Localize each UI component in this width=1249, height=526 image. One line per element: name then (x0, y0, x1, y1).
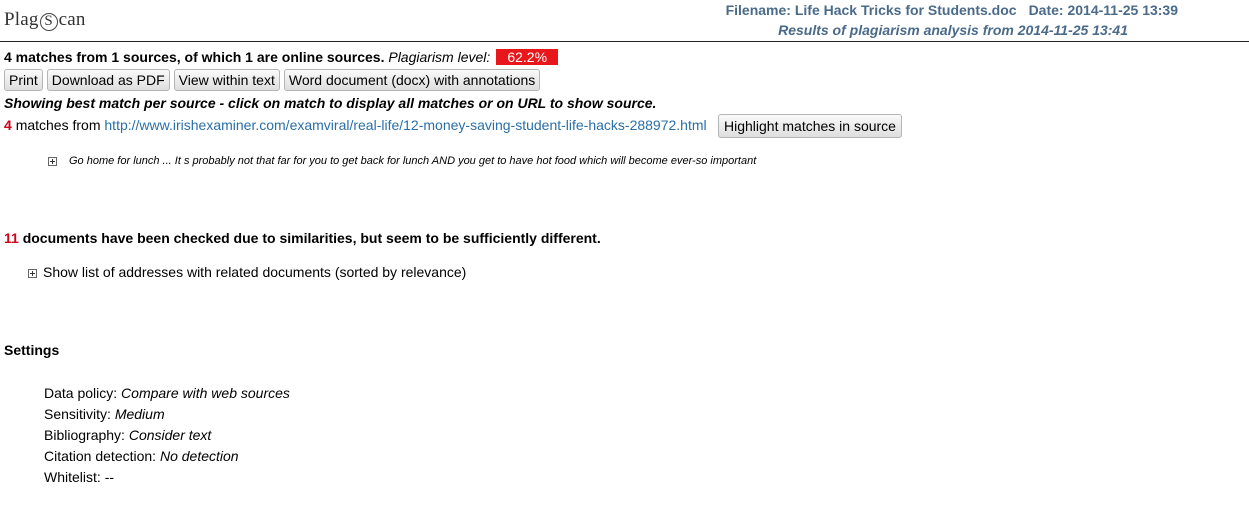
source-url-link[interactable]: http://www.irishexaminer.com/examviral/r… (104, 117, 706, 133)
best-match-instructions: Showing best match per source - click on… (4, 95, 657, 111)
checked-text: documents have been checked due to simil… (22, 230, 601, 246)
setting-bibliography: Bibliography: Consider text (44, 425, 290, 446)
setting-value: Compare with web sources (121, 385, 290, 401)
match-count: 4 (4, 117, 12, 133)
expand-plus-icon[interactable] (28, 268, 37, 278)
settings-list: Data policy: Compare with web sources Se… (44, 383, 290, 488)
highlight-matches-button[interactable]: Highlight matches in source (718, 114, 902, 138)
settings-title: Settings (4, 342, 60, 358)
results-label: Results of plagiarism analysis from 2014… (778, 22, 1128, 38)
toolbar: Print Download as PDF View within text W… (4, 69, 541, 91)
word-document-button[interactable]: Word document (docx) with annotations (283, 69, 541, 91)
date-label: Date: 2014-11-25 13:39 (1028, 2, 1178, 18)
logo-s-mark: S (39, 13, 58, 31)
matches-from-label: matches from (15, 117, 101, 133)
summary-text: 4 matches from 1 sources, of which 1 are… (4, 49, 385, 65)
plagiarism-level-badge: 62.2% (496, 49, 559, 65)
print-button[interactable]: Print (4, 69, 43, 91)
checked-count: 11 (4, 230, 19, 246)
setting-label: Bibliography: (44, 427, 125, 443)
setting-label: Data policy: (44, 385, 118, 401)
match-snippet[interactable]: Go home for lunch ... It s probably not … (48, 155, 756, 167)
match-source-line: 4 matches from http://www.irishexaminer.… (4, 117, 707, 133)
setting-whitelist: Whitelist: -- (44, 467, 290, 488)
filename-label: Filename: Life Hack Tricks for Students.… (725, 2, 1017, 18)
logo-text-post: can (58, 9, 86, 30)
setting-label: Sensitivity: (44, 406, 111, 422)
view-within-text-button[interactable]: View within text (173, 69, 280, 91)
setting-label: Citation detection: (44, 448, 157, 464)
checked-documents-summary: 11 documents have been checked due to si… (4, 230, 601, 246)
setting-value: -- (104, 469, 115, 485)
setting-data-policy: Data policy: Compare with web sources (44, 383, 290, 404)
setting-label: Whitelist: (44, 469, 101, 485)
report-header: Plag Scan Filename: Life Hack Tricks for … (0, 0, 1249, 42)
setting-value: Medium (114, 406, 165, 422)
setting-citation-detection: Citation detection: No detection (44, 446, 290, 467)
plagiarism-level-label: Plagiarism level: (388, 49, 491, 65)
file-info: Filename: Life Hack Tricks for Students.… (726, 2, 1178, 18)
download-pdf-button[interactable]: Download as PDF (46, 69, 170, 91)
logo-text-pre: Plag (4, 9, 39, 30)
related-documents-label[interactable]: Show list of addresses with related docu… (43, 264, 466, 280)
setting-value: No detection (159, 448, 239, 464)
related-documents-toggle[interactable]: Show list of addresses with related docu… (28, 264, 466, 280)
snippet-text[interactable]: Go home for lunch ... It s probably not … (69, 155, 756, 167)
plagscan-logo: Plag Scan (4, 9, 86, 31)
setting-sensitivity: Sensitivity: Medium (44, 404, 290, 425)
setting-value: Consider text (128, 427, 212, 443)
expand-plus-icon[interactable] (48, 156, 57, 166)
match-summary: 4 matches from 1 sources, of which 1 are… (4, 49, 559, 65)
